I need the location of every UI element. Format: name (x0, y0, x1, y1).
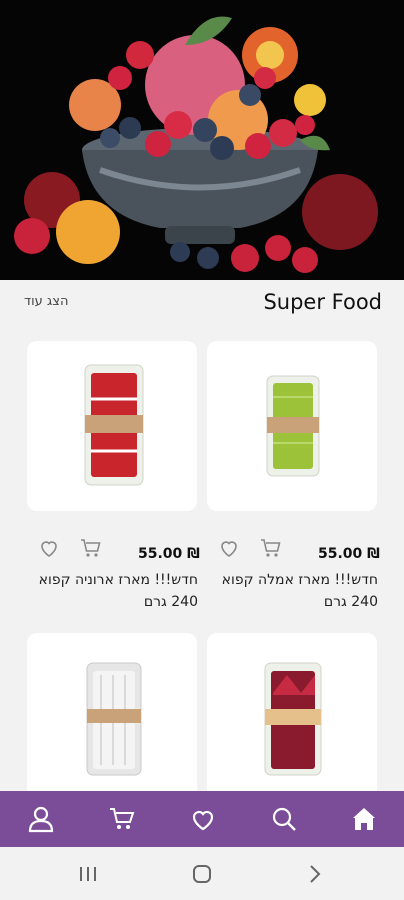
product-pack-image (84, 364, 144, 486)
search-icon[interactable] (270, 805, 298, 833)
back-icon[interactable] (304, 863, 326, 885)
product-pack-image (86, 662, 142, 776)
product-price: 55.00 ₪ (318, 546, 380, 562)
product-image[interactable] (207, 341, 377, 511)
product-pack-image (266, 375, 320, 477)
user-icon[interactable] (27, 805, 55, 833)
show-more-link[interactable]: הצג עוד (24, 294, 68, 309)
cart-icon[interactable] (108, 805, 136, 833)
home-icon[interactable] (350, 805, 378, 833)
product-name[interactable]: חדש!!! מארז ארוניה קפוא 240 גרם (20, 569, 198, 613)
cart-icon[interactable] (259, 536, 283, 560)
hero-banner-image (0, 0, 404, 280)
product-name[interactable]: חדש!!! מארז אמלה קפוא 240 גרם (200, 569, 378, 613)
product-price: 55.00 ₪ (138, 546, 200, 562)
bottom-navigation-bar (0, 791, 404, 847)
product-image[interactable] (27, 633, 197, 803)
section-header: Super Food הצג עוד (0, 280, 404, 328)
product-image[interactable] (207, 633, 377, 803)
heart-icon[interactable] (37, 536, 61, 560)
product-pack-image (264, 662, 322, 776)
recent-apps-icon[interactable] (77, 863, 99, 885)
product-image[interactable] (27, 341, 197, 511)
heart-icon[interactable] (217, 536, 241, 560)
home-circle-icon[interactable] (191, 863, 213, 885)
section-title: Super Food (263, 290, 382, 314)
heart-icon[interactable] (189, 805, 217, 833)
cart-icon[interactable] (79, 536, 103, 560)
system-navigation-bar (0, 847, 404, 900)
